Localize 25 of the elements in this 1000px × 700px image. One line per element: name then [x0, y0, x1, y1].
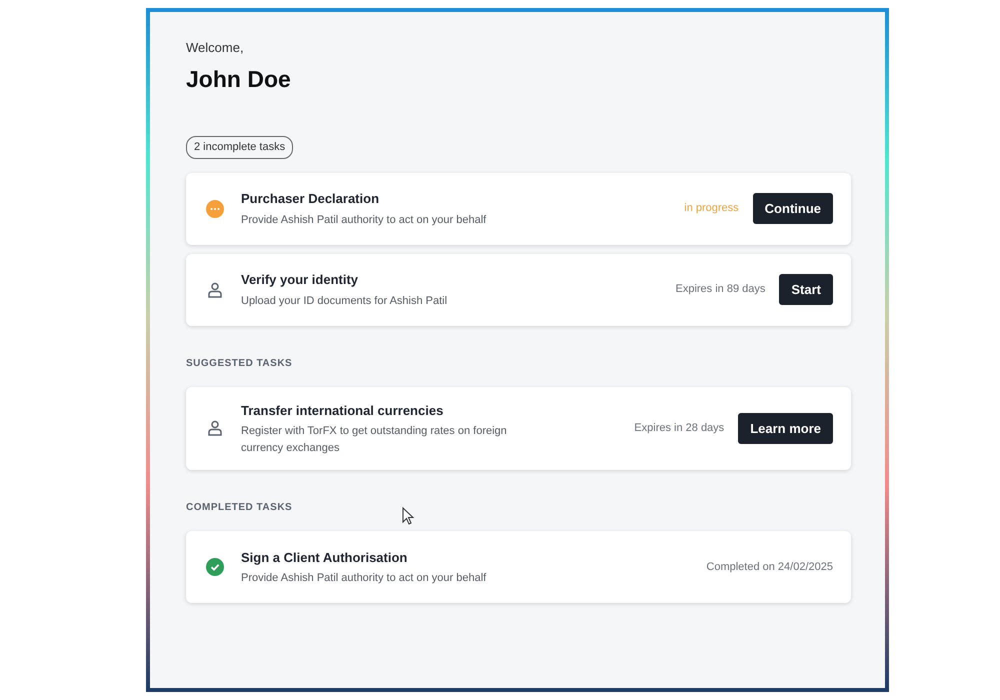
task-status-text: Expires in 89 days [675, 282, 766, 298]
task-description: Provide Ashish Patil authority to act on your behalf [241, 212, 488, 228]
task-action-button[interactable]: Learn more [738, 412, 833, 444]
task-status-text: Expires in 28 days [634, 421, 724, 436]
cursor-icon [402, 507, 416, 527]
task-title: Verify your identity [241, 271, 360, 289]
section-heading: SUGGESTED TASKS [186, 356, 294, 370]
task-status-text: Completed on 24/02/2025 [706, 560, 833, 575]
task-action-button[interactable]: Start [779, 274, 833, 306]
section-heading: COMPLETED TASKS [186, 501, 294, 515]
person-icon [206, 419, 224, 438]
user-name: John Doe [186, 64, 292, 94]
task-action-button[interactable]: Continue [752, 192, 833, 224]
task-description: Provide Ashish Patil authority to act on your behalf [241, 571, 488, 586]
task-count-tag: 2 incomplete tasks [186, 136, 294, 158]
check-circle-icon [206, 558, 224, 576]
task-status-text: in progress [684, 201, 739, 216]
task-title: Transfer international currencies [241, 402, 444, 420]
dots-status-icon [206, 200, 224, 218]
task-title: Purchaser Declaration [241, 190, 380, 208]
welcome-text: Welcome, [186, 39, 245, 57]
task-description: Register with TorFX to get outstanding rates on foreign currency exchanges [241, 424, 508, 456]
task-title: Sign a Client Authorisation [241, 548, 408, 567]
task-description: Upload your ID documents for Ashish Patil [241, 294, 448, 308]
person-icon [206, 280, 224, 298]
